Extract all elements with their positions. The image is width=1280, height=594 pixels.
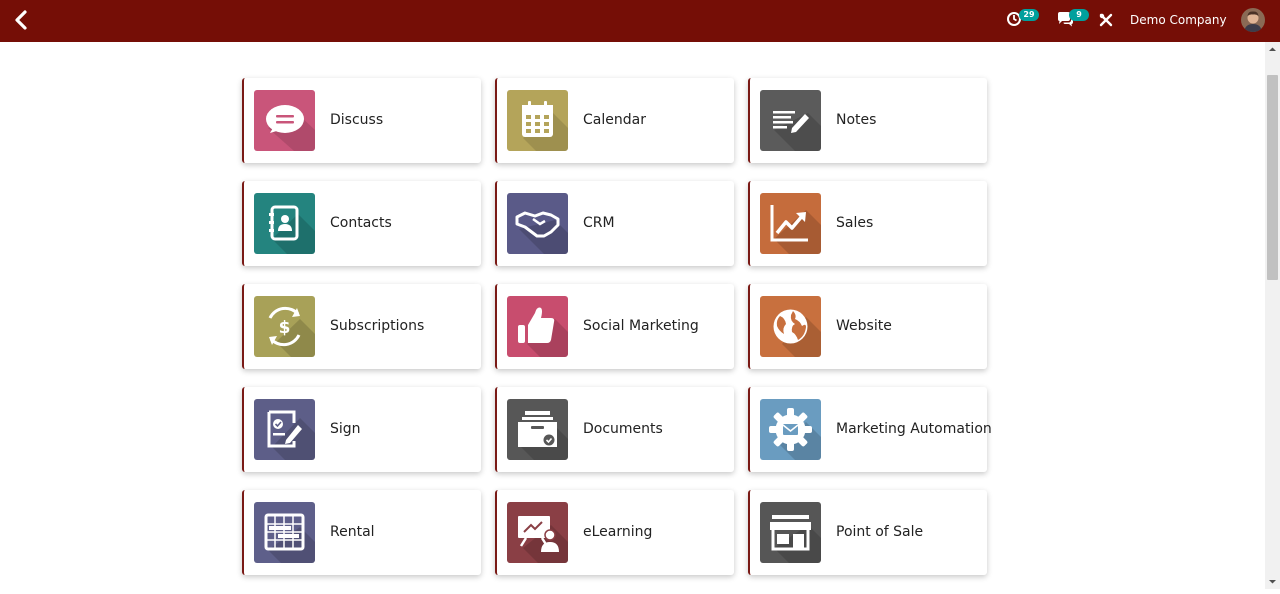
scroll-down-arrow-icon[interactable] <box>1265 574 1280 589</box>
subscription-dollar-icon: $ <box>254 296 315 357</box>
app-tile-label: Point of Sale <box>836 524 924 540</box>
app-tile-discuss[interactable]: Discuss <box>242 78 481 163</box>
messages-menu[interactable]: 9 <box>1057 9 1089 31</box>
app-tile-social-marketing[interactable]: Social Marketing <box>495 284 734 369</box>
app-tile-label: eLearning <box>583 524 653 540</box>
app-tile-label: Contacts <box>330 215 392 231</box>
app-tile-sales[interactable]: Sales <box>748 181 987 266</box>
app-tile-elearning[interactable]: eLearning <box>495 490 734 575</box>
documents-icon <box>507 399 568 460</box>
store-icon <box>760 502 821 563</box>
thumbs-up-icon <box>507 296 568 357</box>
app-tile-label: Discuss <box>330 112 384 128</box>
globe-icon <box>760 296 821 357</box>
app-tile-crm[interactable]: CRM <box>495 181 734 266</box>
company-switcher[interactable]: Demo Company <box>1130 13 1227 27</box>
activity-menu[interactable]: 29 <box>1006 9 1042 31</box>
rental-icon <box>254 502 315 563</box>
app-tile-website[interactable]: Website <box>748 284 987 369</box>
user-avatar[interactable] <box>1241 8 1265 32</box>
gear-mail-icon <box>760 399 821 460</box>
notes-icon <box>760 90 821 151</box>
top-navbar: 29 9 Demo Company <box>0 0 1280 42</box>
debug-tools-icon[interactable] <box>1099 13 1115 35</box>
handshake-icon <box>507 193 568 254</box>
app-tile-sign[interactable]: Sign <box>242 387 481 472</box>
app-tile-label: Notes <box>836 112 877 128</box>
app-grid: Discuss Calendar Notes Contacts CRM Sale… <box>242 78 992 575</box>
vertical-scrollbar[interactable] <box>1265 42 1280 589</box>
app-tile-label: Subscriptions <box>330 318 425 334</box>
app-tile-label: Sign <box>330 421 361 437</box>
svg-text:$: $ <box>279 318 291 338</box>
calendar-icon <box>507 90 568 151</box>
back-icon[interactable] <box>10 8 34 32</box>
scroll-up-arrow-icon[interactable] <box>1265 42 1280 57</box>
app-tile-subscriptions[interactable]: $ Subscriptions <box>242 284 481 369</box>
app-tile-label: Documents <box>583 421 663 437</box>
app-tile-calendar[interactable]: Calendar <box>495 78 734 163</box>
elearning-icon <box>507 502 568 563</box>
app-tile-marketing-automation[interactable]: Marketing Automation <box>748 387 992 472</box>
app-tile-documents[interactable]: Documents <box>495 387 734 472</box>
messages-count-badge: 9 <box>1069 9 1089 21</box>
app-tile-label: Rental <box>330 524 375 540</box>
app-tile-label: Website <box>836 318 892 334</box>
sales-chart-icon <box>760 193 821 254</box>
app-tile-label: Sales <box>836 215 874 231</box>
app-tile-point-of-sale[interactable]: Point of Sale <box>748 490 987 575</box>
scrollbar-thumb[interactable] <box>1267 75 1278 280</box>
activity-count-badge: 29 <box>1019 9 1039 21</box>
app-tile-contacts[interactable]: Contacts <box>242 181 481 266</box>
contacts-icon <box>254 193 315 254</box>
app-tile-label: CRM <box>583 215 615 231</box>
app-tile-notes[interactable]: Notes <box>748 78 987 163</box>
app-tile-label: Social Marketing <box>583 318 699 334</box>
sign-icon <box>254 399 315 460</box>
app-tile-label: Calendar <box>583 112 646 128</box>
app-tile-rental[interactable]: Rental <box>242 490 481 575</box>
app-tile-label: Marketing Automation <box>836 421 992 437</box>
discuss-icon <box>254 90 315 151</box>
